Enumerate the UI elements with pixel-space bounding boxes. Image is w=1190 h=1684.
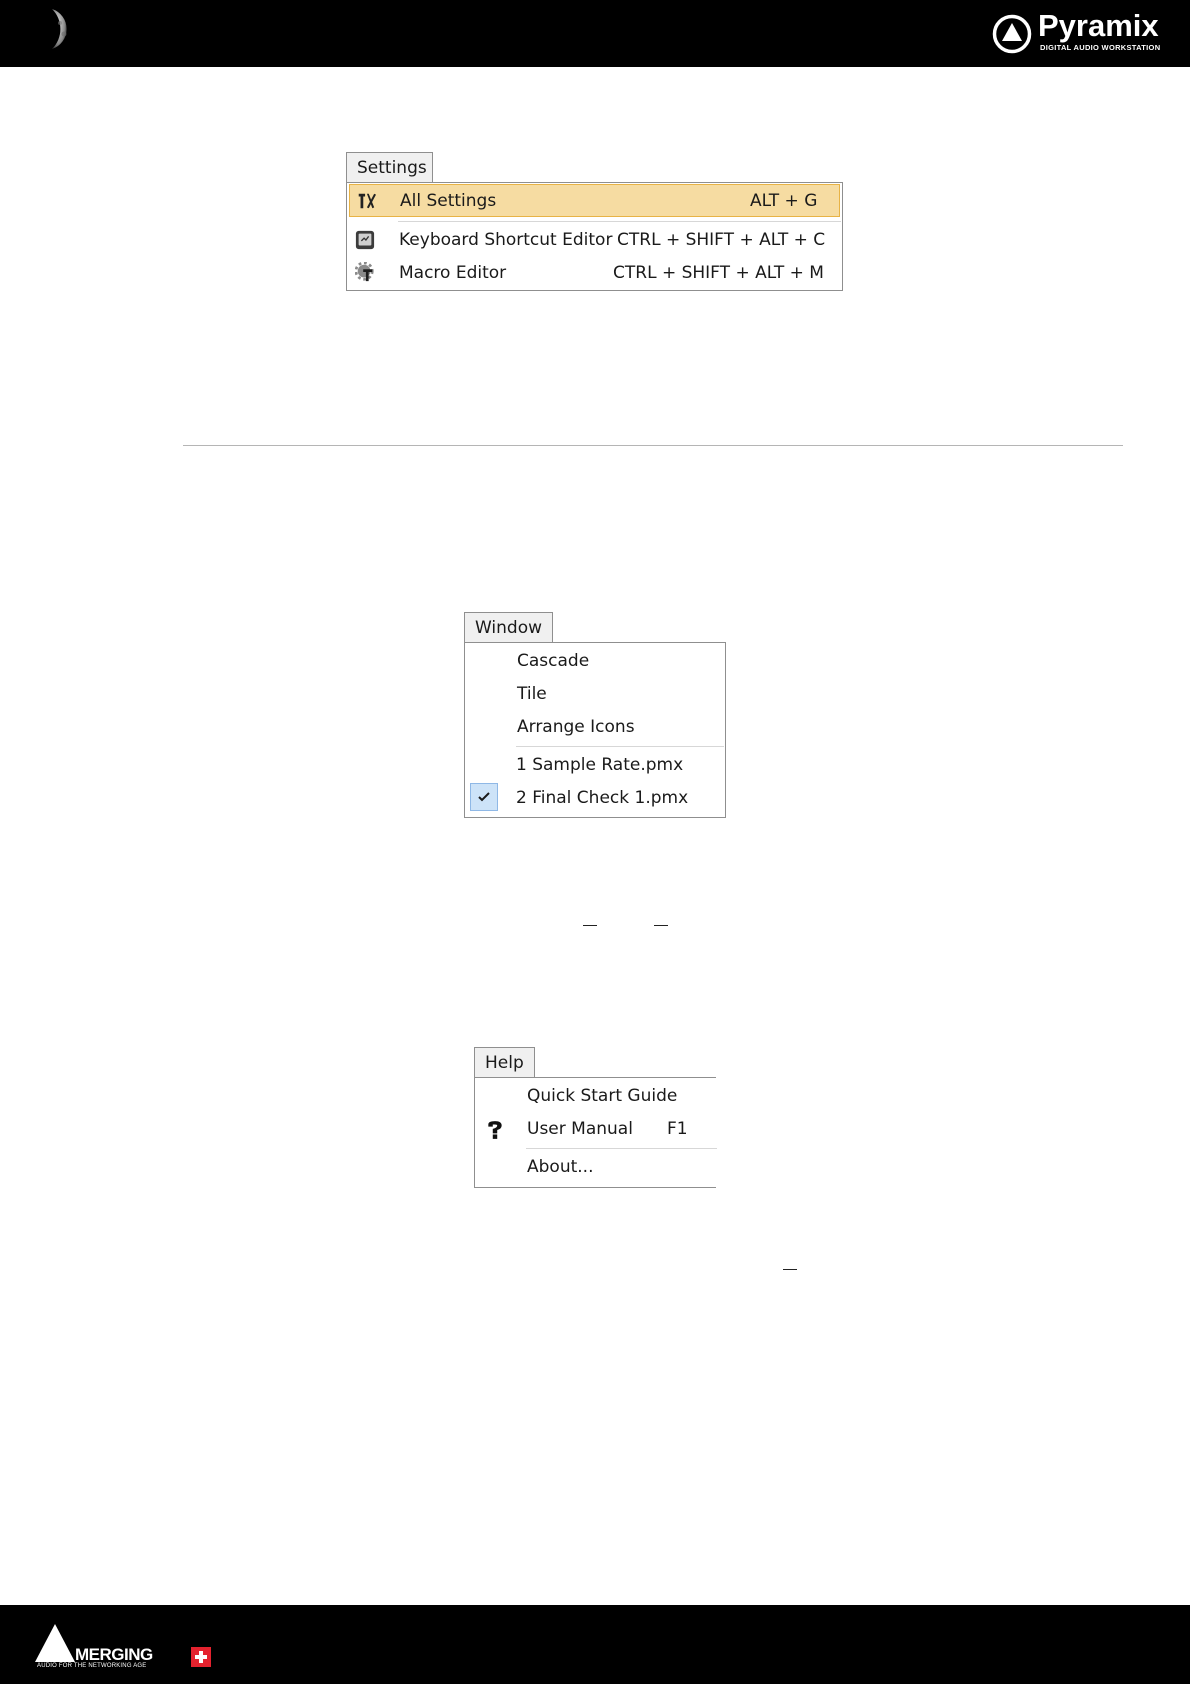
pyramix-triangle-icon bbox=[992, 14, 1032, 54]
menu-item-about[interactable]: About... bbox=[475, 1150, 716, 1183]
final-check-label: 2 Final Check 1.pmx bbox=[516, 788, 689, 808]
menu-item-all-settings[interactable]: All Settings ALT + G bbox=[349, 184, 840, 217]
help-menu-title[interactable]: Help bbox=[474, 1047, 535, 1078]
window-menu-title[interactable]: Window bbox=[464, 612, 553, 643]
menu-item-quick-start-guide[interactable]: Quick Start Guide bbox=[475, 1079, 716, 1112]
menu-item-cascade[interactable]: Cascade bbox=[465, 644, 725, 677]
mnemonic-underline bbox=[783, 1269, 797, 1270]
menu-item-user-manual[interactable]: User Manual F1 bbox=[475, 1112, 716, 1145]
quick-start-guide-label: Quick Start Guide bbox=[527, 1086, 678, 1106]
menu-separator bbox=[398, 221, 841, 222]
menu-separator bbox=[516, 746, 724, 747]
mnemonic-underline bbox=[583, 925, 597, 926]
macro-editor-shortcut: CTRL + SHIFT + ALT + M bbox=[613, 263, 824, 283]
user-manual-shortcut: F1 bbox=[667, 1119, 688, 1139]
user-manual-label: User Manual bbox=[527, 1119, 633, 1139]
help-question-icon bbox=[488, 1121, 502, 1139]
merging-logo: MERGING AUDIO FOR THE NETWORKING AGE bbox=[35, 1622, 225, 1674]
tile-label: Tile bbox=[517, 684, 547, 704]
keyboard-shortcut-editor-label: Keyboard Shortcut Editor bbox=[399, 230, 613, 250]
arrange-icons-label: Arrange Icons bbox=[517, 717, 635, 737]
help-menu: Quick Start Guide User Manual F1 About..… bbox=[474, 1077, 717, 1188]
moon-icon bbox=[52, 9, 67, 49]
pyramix-wordmark: Pyramix bbox=[1038, 8, 1159, 43]
checked-indicator bbox=[470, 783, 498, 811]
sample-rate-label: 1 Sample Rate.pmx bbox=[516, 755, 684, 775]
menu-item-final-check[interactable]: 2 Final Check 1.pmx bbox=[465, 781, 725, 814]
menu-item-keyboard-shortcut-editor[interactable]: Keyboard Shortcut Editor CTRL + SHIFT + … bbox=[347, 223, 842, 256]
page-footer: MERGING AUDIO FOR THE NETWORKING AGE bbox=[0, 1605, 1190, 1684]
checkmark-icon bbox=[478, 792, 490, 802]
tools-icon bbox=[358, 193, 376, 209]
pyramix-logo: Pyramix DIGITAL AUDIO WORKSTATION bbox=[992, 8, 1172, 56]
keyboard-icon bbox=[355, 230, 375, 250]
merging-triangle-icon bbox=[35, 1624, 75, 1662]
swiss-cross-icon bbox=[191, 1647, 211, 1667]
all-settings-shortcut: ALT + G bbox=[750, 191, 818, 211]
macro-editor-label: Macro Editor bbox=[399, 263, 507, 283]
pyramix-tagline: DIGITAL AUDIO WORKSTATION bbox=[1040, 43, 1161, 52]
settings-menu: All Settings ALT + G Keyboard Shortcut E… bbox=[346, 182, 843, 291]
menu-item-arrange-icons[interactable]: Arrange Icons bbox=[465, 710, 725, 743]
merging-slogan: AUDIO FOR THE NETWORKING AGE bbox=[37, 1663, 147, 1669]
window-menu: Cascade Tile Arrange Icons 1 Sample Rate… bbox=[464, 642, 726, 818]
mnemonic-underline bbox=[654, 925, 668, 926]
menu-separator bbox=[526, 1148, 717, 1149]
menu-item-tile[interactable]: Tile bbox=[465, 677, 725, 710]
gear-macro-icon bbox=[355, 262, 374, 282]
menu-item-macro-editor[interactable]: Macro Editor CTRL + SHIFT + ALT + M bbox=[347, 256, 842, 289]
page-header: Pyramix DIGITAL AUDIO WORKSTATION bbox=[0, 0, 1190, 67]
keyboard-shortcut-editor-shortcut: CTRL + SHIFT + ALT + C bbox=[617, 230, 826, 250]
all-settings-label: All Settings bbox=[400, 191, 497, 211]
merging-wordmark: MERGING bbox=[75, 1645, 153, 1664]
section-divider bbox=[183, 445, 1123, 446]
settings-menu-title[interactable]: Settings bbox=[346, 152, 433, 183]
menu-item-sample-rate[interactable]: 1 Sample Rate.pmx bbox=[465, 748, 725, 781]
about-label: About... bbox=[527, 1157, 594, 1177]
cascade-label: Cascade bbox=[517, 651, 590, 671]
